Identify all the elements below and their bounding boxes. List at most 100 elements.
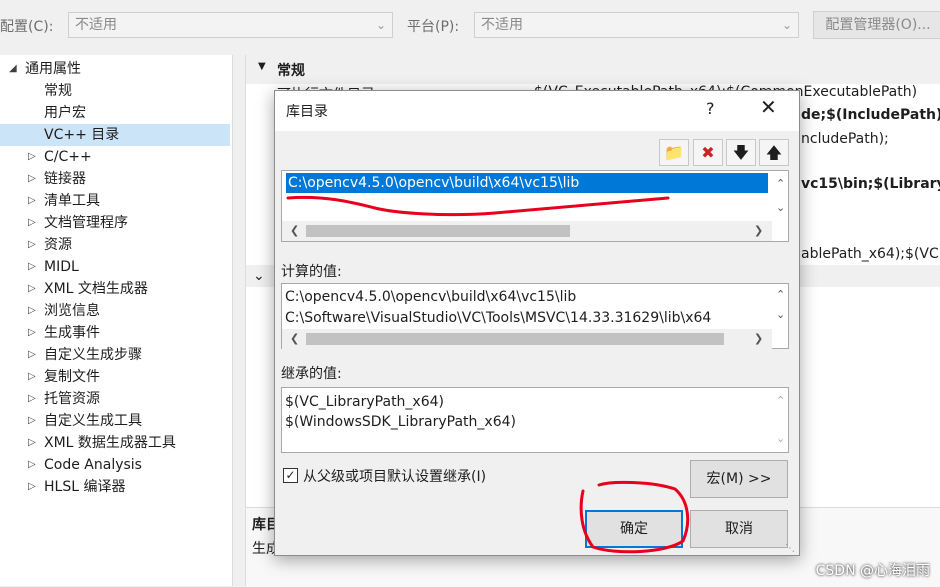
tree-item-label: 托管资源 — [44, 391, 100, 407]
tree-item-label: MIDL — [44, 259, 79, 275]
inherited-line: $(WindowsSDK_LibraryPath_x64) — [285, 414, 516, 430]
scroll-up-icon[interactable]: ⌃ — [776, 394, 785, 407]
property-tree: ◢ 通用属性 常规用户宏 VC++ 目录 ▷ C/C++ ▷ 链接器 ▷ 清单工具 ▷ 文档管理程… — [0, 55, 233, 586]
tree-item-label: HLSL 编译器 — [44, 479, 126, 495]
collapsed-triangle-icon[interactable]: ▷ — [28, 344, 36, 366]
tree-item-label: 自定义生成工具 — [44, 413, 142, 429]
inherited-values-text: $(VC_LibraryPath_x64) $(WindowsSDK_Libra… — [285, 392, 516, 432]
tree-item[interactable]: ▷ C/C++ — [0, 146, 230, 168]
collapsed-triangle-icon[interactable]: ▷ — [28, 278, 36, 300]
tree-item[interactable]: ▷ 链接器 — [0, 168, 230, 190]
new-folder-icon[interactable]: 📁 — [659, 139, 689, 166]
tree-item-label: 自定义生成步骤 — [44, 347, 142, 363]
scroll-up-icon[interactable]: ⌃ — [776, 177, 785, 190]
tree-root-label: 通用属性 — [25, 61, 81, 77]
tree-item[interactable]: 常规 — [0, 80, 230, 102]
resize-grip-icon[interactable]: ⋱ — [785, 543, 795, 554]
tree-item-label: Code Analysis — [44, 457, 142, 473]
tree-item[interactable]: ▷ 生成事件 — [0, 322, 230, 344]
scroll-down-icon[interactable]: ⌄ — [776, 432, 785, 445]
tree-item-label: C/C++ — [44, 149, 92, 165]
tree-item[interactable]: ▷ 自定义生成步骤 — [0, 344, 230, 366]
scroll-down-icon[interactable]: ⌄ — [776, 308, 785, 321]
tree-item-label: 浏览信息 — [44, 303, 100, 319]
tree-item[interactable]: ▷ MIDL — [0, 256, 230, 278]
inherited-label: 继承的值: — [281, 366, 342, 382]
dialog-titlebar: 库目录 ? ✕ — [275, 91, 799, 131]
tree-item[interactable]: ▷ 清单工具 — [0, 190, 230, 212]
collapsed-triangle-icon[interactable]: ▷ — [28, 476, 36, 498]
collapsed-triangle-icon[interactable]: ▷ — [28, 212, 36, 234]
collapsed-triangle-icon[interactable]: ▷ — [28, 256, 36, 278]
tree-root[interactable]: ◢ 通用属性 — [0, 58, 230, 80]
tree-item[interactable]: 用户宏 — [0, 102, 230, 124]
macro-button[interactable]: 宏(M) >> — [690, 460, 788, 498]
computed-values-text: C:\opencv4.5.0\opencv\build\x64\vc15\lib… — [285, 287, 711, 329]
computed-line: C:\opencv4.5.0\opencv\build\x64\vc15\lib — [285, 289, 577, 305]
inherit-checkbox-label[interactable]: 从父级或项目默认设置继承(I) — [303, 466, 486, 486]
scroll-down-icon[interactable]: ⌄ — [776, 201, 785, 214]
tree-item[interactable]: ▷ 自定义生成工具 — [0, 410, 230, 432]
chevron-down-icon: ⌄ — [375, 18, 386, 32]
collapsed-triangle-icon[interactable]: ▷ — [28, 190, 36, 212]
scrollbar-thumb[interactable] — [306, 333, 724, 345]
tree-item[interactable]: VC++ 目录 — [0, 124, 230, 146]
help-button[interactable]: ? — [706, 99, 715, 118]
section-header[interactable]: ▼ 常规 — [246, 55, 940, 84]
chevron-down-icon: ⌄ — [781, 18, 792, 32]
tree-item[interactable]: ▷ 托管资源 — [0, 388, 230, 410]
inherit-checkbox[interactable]: ✓ — [283, 468, 298, 483]
close-button[interactable]: ✕ — [760, 95, 777, 119]
collapsed-triangle-icon[interactable]: ▷ — [28, 300, 36, 322]
inherited-line: $(VC_LibraryPath_x64) — [285, 394, 444, 410]
tree-item-label: 链接器 — [44, 171, 86, 187]
horizontal-scrollbar[interactable]: ❮ ❯ — [282, 221, 772, 241]
collapsed-triangle-icon[interactable]: ▷ — [28, 146, 36, 168]
tree-item[interactable]: ▷ 资源 — [0, 234, 230, 256]
tree-item[interactable]: ▷ HLSL 编译器 — [0, 476, 230, 498]
delete-icon[interactable]: ✖ — [693, 139, 723, 166]
tree-item[interactable]: ▷ XML 数据生成器工具 — [0, 432, 230, 454]
scroll-right-icon[interactable]: ❯ — [754, 332, 763, 345]
tree-item-label: 资源 — [44, 237, 72, 253]
tree-item[interactable]: ▷ 复制文件 — [0, 366, 230, 388]
tree-item-label: 清单工具 — [44, 193, 100, 209]
platform-combo[interactable]: 不适用 ⌄ — [474, 12, 799, 38]
prop-value: ncludePath); — [801, 131, 889, 147]
library-directories-dialog: 库目录 ? ✕ 📁 ✖ 🡇 🡅 C:\opencv4.5.0\opencv\bu… — [274, 90, 800, 556]
scroll-left-icon[interactable]: ❮ — [290, 332, 299, 345]
tree-item-label: 用户宏 — [44, 105, 86, 121]
collapsed-triangle-icon[interactable]: ▷ — [28, 234, 36, 256]
tree-item-label: 常规 — [44, 83, 72, 99]
tree-item[interactable]: ▷ 浏览信息 — [0, 300, 230, 322]
collapse-triangle-icon: ▼ — [258, 61, 266, 72]
collapsed-triangle-icon[interactable]: ▷ — [28, 322, 36, 344]
red-circle-annotation — [579, 480, 690, 554]
collapsed-triangle-icon[interactable]: ▷ — [28, 366, 36, 388]
cancel-button[interactable]: 取消 — [690, 510, 788, 548]
collapsed-triangle-icon[interactable]: ▷ — [28, 168, 36, 190]
config-manager-button[interactable]: 配置管理器(O)... — [813, 11, 940, 39]
scrollbar-thumb[interactable] — [306, 225, 570, 237]
red-underline-annotation — [286, 195, 670, 217]
tree-item-label: XML 数据生成器工具 — [44, 435, 176, 451]
collapsed-triangle-icon[interactable]: ▷ — [28, 410, 36, 432]
scroll-left-icon[interactable]: ❮ — [290, 224, 299, 237]
tree-item-label: VC++ 目录 — [44, 127, 120, 143]
horizontal-scrollbar[interactable]: ❮ ❯ — [282, 329, 772, 349]
computed-line: C:\Software\VisualStudio\VC\Tools\MSVC\1… — [285, 310, 712, 326]
collapsed-triangle-icon[interactable]: ▷ — [28, 454, 36, 476]
scroll-up-icon[interactable]: ⌃ — [776, 288, 785, 301]
config-combo[interactable]: 不适用 ⌄ — [68, 12, 393, 38]
scroll-right-icon[interactable]: ❯ — [754, 224, 763, 237]
computed-label: 计算的值: — [281, 264, 342, 280]
move-down-icon[interactable]: 🡇 — [726, 139, 756, 166]
move-up-icon[interactable]: 🡅 — [759, 139, 789, 166]
directory-entry[interactable]: C:\opencv4.5.0\opencv\build\x64\vc15\lib — [288, 173, 579, 193]
tree-item[interactable]: ▷ Code Analysis — [0, 454, 230, 476]
tree-item-label: 生成事件 — [44, 325, 100, 341]
collapsed-triangle-icon[interactable]: ▷ — [28, 388, 36, 410]
collapsed-triangle-icon[interactable]: ▷ — [28, 432, 36, 454]
tree-item[interactable]: ▷ XML 文档生成器 — [0, 278, 230, 300]
tree-item[interactable]: ▷ 文档管理程序 — [0, 212, 230, 234]
